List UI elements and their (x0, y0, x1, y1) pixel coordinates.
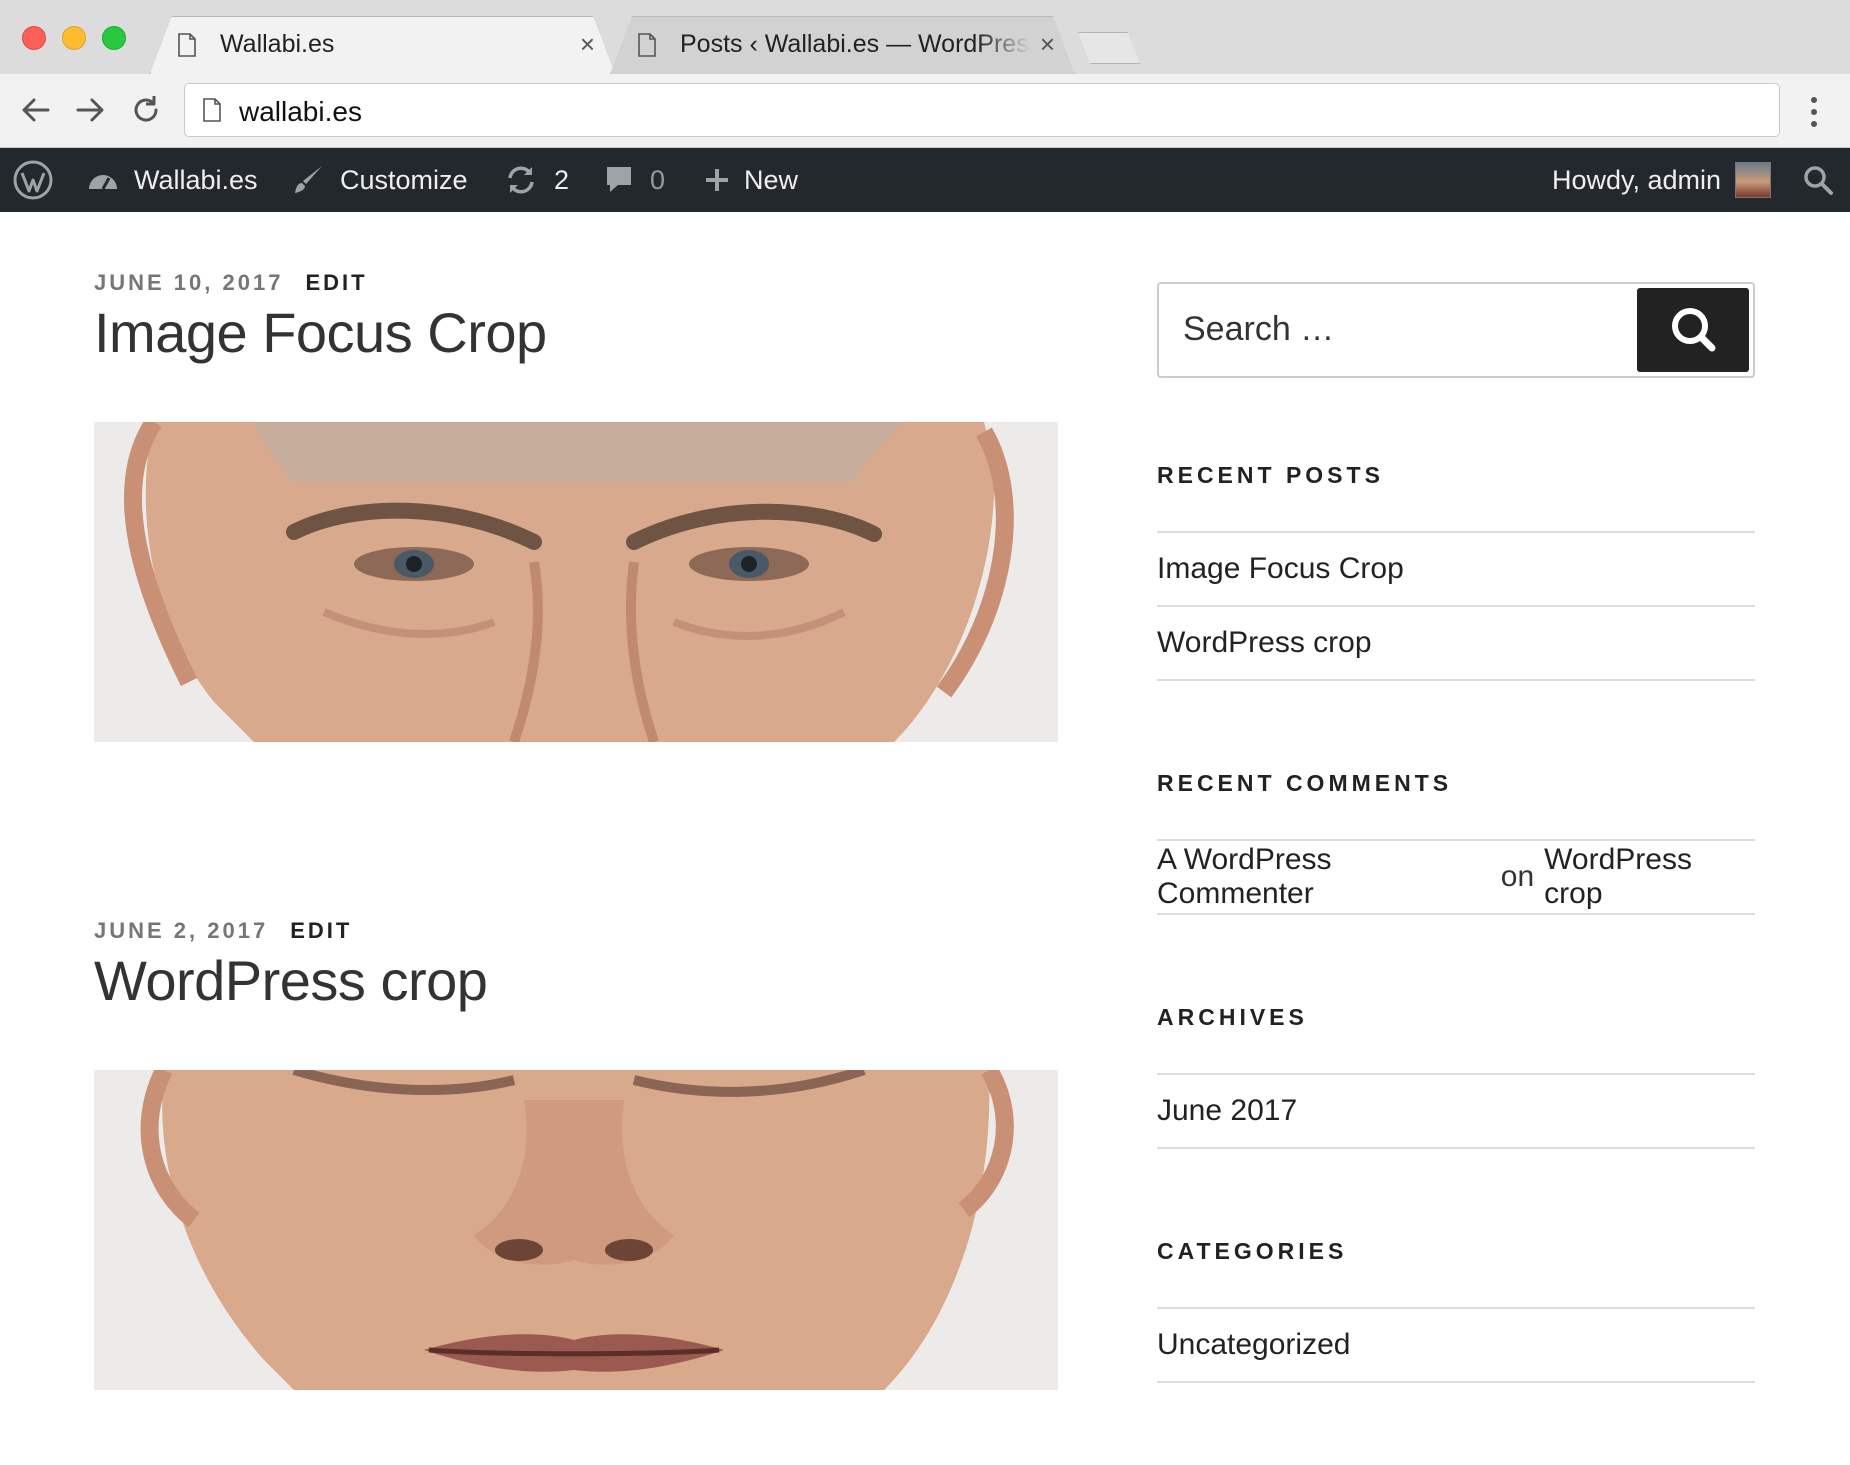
categories-list: Uncategorized (1157, 1307, 1755, 1383)
page-icon (178, 33, 196, 57)
updates-refresh-icon (508, 166, 534, 194)
updates-count: 2 (554, 164, 570, 195)
tab-title: Wallabi.es (220, 30, 335, 58)
dashboard-gauge-icon (89, 175, 117, 190)
post-date[interactable]: June 10, 2017 (94, 270, 283, 295)
recent-posts-widget: Recent Posts Image Focus Crop WordPress … (1157, 462, 1755, 681)
archives-list: June 2017 (1157, 1073, 1755, 1149)
browser-tab-wallabi[interactable]: Wallabi.es × (150, 16, 615, 74)
face-eyes-image (94, 422, 1058, 742)
archive-link[interactable]: June 2017 (1157, 1094, 1297, 1128)
customize-label: Customize (340, 164, 468, 195)
post-featured-image[interactable] (94, 1070, 1058, 1390)
comments-count: 0 (650, 164, 666, 195)
wp-admin-bar: Wallabi.es Customize 2 0 New Howdy, admi… (0, 148, 1850, 212)
site-name-menu[interactable]: Wallabi.es (86, 148, 258, 212)
widget-title: Recent Comments (1157, 770, 1453, 796)
comment-author-link[interactable]: A WordPress Commenter (1157, 843, 1491, 911)
widget-title: Archives (1157, 1004, 1308, 1030)
widget-title: Recent Posts (1157, 462, 1384, 488)
browser-tab-posts[interactable]: Posts ‹ Wallabi.es — WordPress × (610, 16, 1075, 74)
recent-post-link[interactable]: WordPress crop (1157, 626, 1372, 660)
browser-toolbar: wallabi.es (0, 74, 1850, 148)
archives-widget: Archives June 2017 (1157, 1004, 1755, 1149)
post-article: June 10, 2017 Edit Image Focus Crop (94, 270, 1058, 742)
new-content-menu[interactable]: New (704, 148, 798, 212)
search-icon (1804, 166, 1833, 195)
search-submit-button[interactable] (1637, 288, 1749, 372)
window-close-button[interactable] (22, 26, 46, 50)
new-tab-button[interactable] (1078, 32, 1140, 64)
tab-close-icon[interactable]: × (580, 30, 595, 58)
browser-tab-strip: Wallabi.es × Posts ‹ Wallabi.es — WordPr… (0, 0, 1850, 74)
url-text[interactable]: wallabi.es (239, 96, 362, 128)
page-icon (638, 33, 656, 57)
tab-title: Posts ‹ Wallabi.es — WordPress (680, 30, 1030, 58)
list-item: WordPress crop (1157, 607, 1755, 681)
face-nose-mouth-image (94, 1070, 1058, 1390)
new-label: New (744, 164, 799, 195)
categories-widget: Categories Uncategorized (1157, 1238, 1755, 1383)
forward-arrow-icon[interactable] (72, 92, 108, 128)
wp-logo-menu[interactable] (12, 148, 54, 212)
edit-link[interactable]: Edit (290, 918, 352, 943)
post-article: June 2, 2017 Edit WordPress crop (94, 918, 1058, 1390)
paintbrush-icon (295, 166, 322, 193)
window-zoom-button[interactable] (102, 26, 126, 50)
recent-comments-widget: Recent Comments A WordPress Commenter on… (1157, 770, 1755, 915)
post-featured-image[interactable] (94, 422, 1058, 742)
adminbar-search[interactable] (1802, 148, 1834, 212)
post-title[interactable]: Image Focus Crop (94, 300, 1058, 365)
post-title[interactable]: WordPress crop (94, 948, 1058, 1013)
comments-link[interactable]: 0 (604, 148, 665, 212)
howdy-label: Howdy, admin (1552, 164, 1722, 195)
comment-post-link[interactable]: WordPress crop (1544, 843, 1755, 911)
avatar (1735, 162, 1772, 198)
tab-close-icon[interactable]: × (1040, 30, 1055, 58)
post-meta: June 2, 2017 Edit (94, 918, 1058, 944)
wordpress-logo-icon (13, 160, 53, 200)
post-date[interactable]: June 2, 2017 (94, 918, 268, 943)
post-meta: June 10, 2017 Edit (94, 270, 1058, 296)
edit-link[interactable]: Edit (305, 270, 367, 295)
updates-link[interactable]: 2 (504, 148, 569, 212)
list-item: A WordPress Commenter on WordPress crop (1157, 841, 1755, 915)
customize-link[interactable]: Customize (292, 148, 468, 212)
back-arrow-icon[interactable] (18, 92, 54, 128)
address-bar[interactable]: wallabi.es (184, 83, 1780, 137)
widget-title: Categories (1157, 1238, 1348, 1264)
list-item: Uncategorized (1157, 1309, 1755, 1383)
sidebar: Recent Posts Image Focus Crop WordPress … (1157, 282, 1755, 1383)
plus-icon (706, 169, 728, 191)
reload-icon[interactable] (128, 92, 164, 128)
site-name-label: Wallabi.es (134, 164, 258, 195)
page-icon (203, 98, 221, 122)
search-input[interactable] (1183, 310, 1583, 349)
recent-posts-list: Image Focus Crop WordPress crop (1157, 531, 1755, 681)
my-account-menu[interactable]: Howdy, admin (1552, 148, 1772, 212)
browser-menu-icon[interactable] (1800, 94, 1828, 130)
search-form (1157, 282, 1755, 378)
list-item: June 2017 (1157, 1075, 1755, 1149)
list-item: Image Focus Crop (1157, 533, 1755, 607)
window-minimize-button[interactable] (62, 26, 86, 50)
search-icon (1672, 308, 1716, 352)
recent-comments-list: A WordPress Commenter on WordPress crop (1157, 839, 1755, 915)
recent-post-link[interactable]: Image Focus Crop (1157, 552, 1404, 586)
comment-bubble-icon (607, 167, 631, 192)
comment-on-text: on (1500, 860, 1535, 893)
category-link[interactable]: Uncategorized (1157, 1328, 1350, 1362)
